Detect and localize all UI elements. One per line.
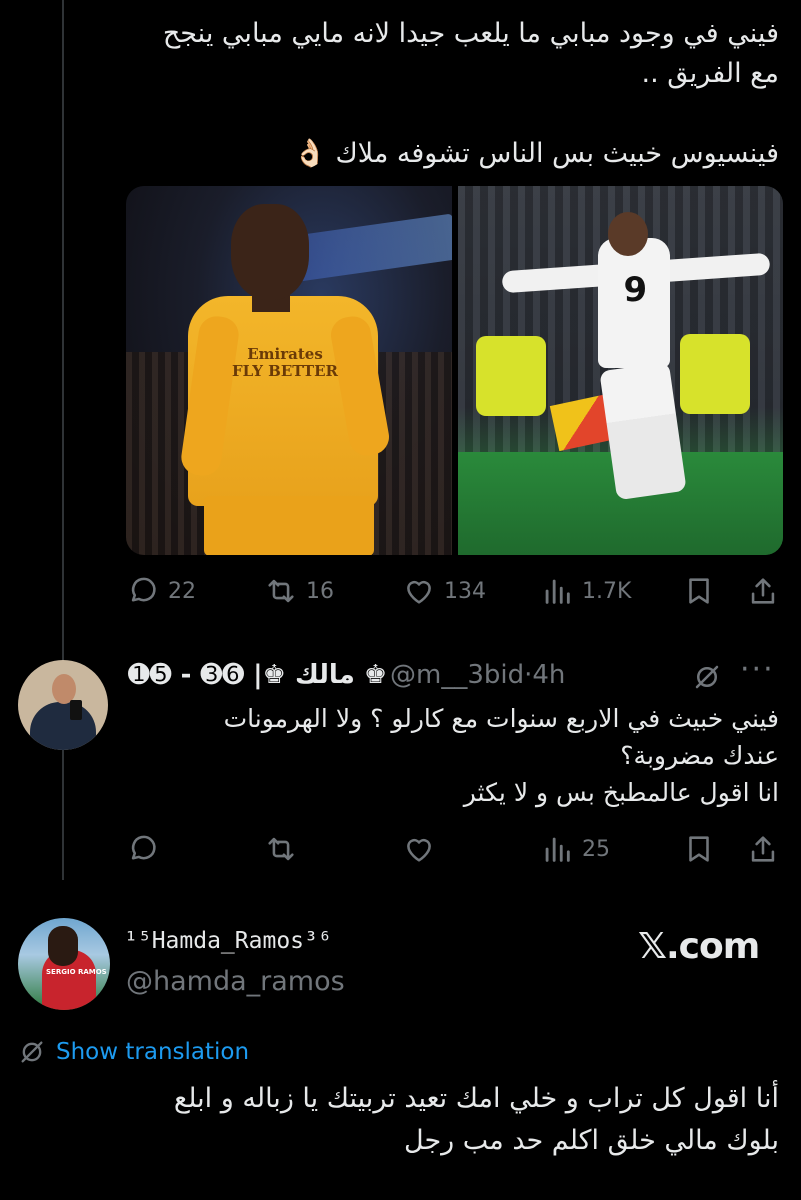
tweet2-header: ➊➎ - ➌➏ |♚ مالك ♚ @m__3bid·4h ···: [128, 652, 788, 694]
repost-icon: [268, 579, 294, 603]
bookmark-button[interactable]: [682, 832, 716, 866]
tweet3-text: أنا اقول كل تراب و خلي امك تعيد تربيتك ي…: [80, 1078, 779, 1162]
views-button[interactable]: 25: [540, 832, 610, 866]
tweet2-actions: 25: [126, 829, 786, 869]
like-count: 134: [444, 578, 486, 604]
repost-count: 16: [306, 578, 334, 604]
jersey-number: 9: [623, 270, 648, 310]
tweet2-line: انا اقول عالمطبخ بس و لا يكثر: [463, 778, 779, 807]
share-icon: [751, 578, 775, 604]
share-button[interactable]: [746, 574, 780, 608]
avatar-jersey-text: SERGIO RAMOS: [46, 968, 107, 976]
tweet2-line: فيني خبيث في الاربع سنوات مع كارلو ؟ ولا…: [223, 704, 779, 733]
views-icon: [545, 837, 570, 862]
share-icon: [751, 836, 775, 862]
tweet2-handle: @m__3bid: [390, 660, 525, 690]
tweet1-line: فينسيوس خبيث بس الناس تشوفه ملاك 👌🏻: [293, 138, 779, 169]
tweet1-line: فيني في وجود مبابي ما يلعب جيدا لانه ماي…: [162, 18, 779, 49]
bookmark-button[interactable]: [682, 574, 716, 608]
tweet2-display-name[interactable]: ➊➎ - ➌➏ |♚ مالك ♚: [128, 660, 387, 690]
tweet1-media[interactable]: Emirates FLY BETTER 9: [126, 186, 783, 555]
tweet3-display-name[interactable]: ¹⁵Hamda_Ramos³⁶: [124, 928, 332, 954]
tweet2-text: فيني خبيث في الاربع سنوات مع كارلو ؟ ولا…: [128, 700, 779, 811]
jersey-sponsor: Emirates FLY BETTER: [232, 345, 338, 380]
views-count: 1.7K: [582, 578, 632, 604]
avatar-malik[interactable]: [18, 660, 108, 750]
views-count: 25: [582, 836, 610, 862]
more-icon[interactable]: ···: [740, 652, 775, 687]
translate-icon: [21, 1041, 43, 1063]
photo-white-kit-player[interactable]: 9: [457, 186, 783, 555]
photo-yellow-kit-player[interactable]: Emirates FLY BETTER: [126, 186, 452, 555]
reply-count: 22: [168, 578, 196, 604]
tweet1-text: فيني في وجود مبابي ما يلعب جيدا لانه ماي…: [130, 14, 779, 174]
tweet3-line: أنا اقول كل تراب و خلي امك تعيد تربيتك ي…: [173, 1083, 779, 1114]
repost-button[interactable]: [264, 832, 298, 866]
avatar-hamda-ramos[interactable]: SERGIO RAMOS: [18, 918, 110, 1010]
share-button[interactable]: [746, 832, 780, 866]
like-button[interactable]: [402, 832, 436, 866]
bookmark-icon: [689, 578, 709, 604]
repost-icon: [268, 837, 294, 861]
like-icon: [407, 838, 431, 862]
reply-button[interactable]: [126, 832, 160, 866]
grok-icon[interactable]: [692, 662, 722, 692]
like-button[interactable]: 134: [402, 574, 486, 608]
views-button[interactable]: 1.7K: [540, 574, 631, 608]
tweet1-line: مع الفريق ..: [641, 58, 779, 89]
like-icon: [407, 580, 431, 604]
bookmark-icon: [689, 836, 709, 862]
tweet2-handle-meta[interactable]: @m__3bid·4h: [390, 660, 565, 690]
tweet3-line: بلوك مالي خلق اكلم حد مب رجل: [404, 1125, 779, 1156]
tweet3-handle[interactable]: @hamda_ramos: [126, 966, 345, 997]
x-brand-logo: 𝕏.com: [638, 926, 760, 967]
reply-icon: [131, 835, 156, 860]
reply-icon: [131, 577, 156, 602]
reply-button[interactable]: 22: [126, 574, 196, 608]
views-icon: [545, 579, 570, 604]
repost-button[interactable]: 16: [264, 574, 334, 608]
tweet1-actions: 22 16 134 1.7K: [126, 571, 786, 611]
show-translation-label: Show translation: [56, 1039, 250, 1065]
tweet2-time: 4h: [532, 660, 566, 690]
show-translation-link[interactable]: Show translation: [18, 1038, 249, 1066]
tweet2-line: عندك مضروبة؟: [620, 741, 779, 770]
